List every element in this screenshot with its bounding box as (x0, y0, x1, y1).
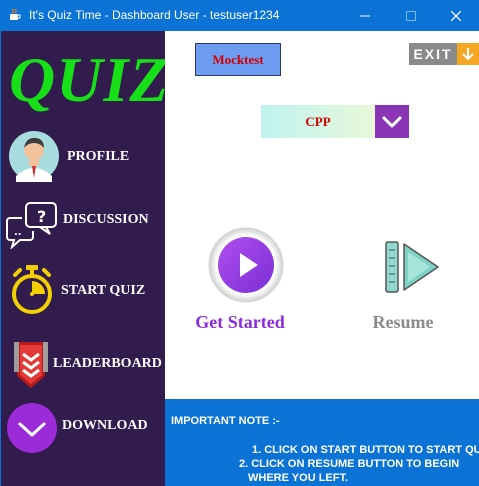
maximize-button[interactable] (388, 0, 434, 31)
sidebar-item-label: PROFILE (67, 149, 130, 164)
sidebar-item-label: START QUIZ (61, 283, 146, 298)
quiz-logo: QUIZ (9, 44, 170, 115)
mocktest-button[interactable]: Mocktest (195, 43, 281, 76)
maximize-icon (406, 10, 416, 21)
java-cup-icon (10, 8, 21, 20)
main-panel: Mocktest EXIT CPP Get Started Resume (165, 31, 479, 399)
resume-label[interactable]: Resume (361, 312, 445, 333)
stopwatch-icon (12, 265, 52, 314)
close-button[interactable] (433, 0, 479, 31)
language-select-value: CPP (261, 105, 375, 138)
sidebar-item-label: DISCUSSION (63, 212, 149, 227)
get-started-label[interactable]: Get Started (185, 312, 295, 333)
svg-text:?: ? (37, 207, 46, 226)
sidebar-item-leaderboard[interactable]: LEADERBOARD (1, 337, 166, 393)
play-button[interactable] (208, 227, 284, 303)
language-select[interactable]: CPP (261, 105, 409, 138)
sidebar: QUIZ PROFILE ? .. DISCUSSION START QUIZ … (0, 31, 170, 486)
close-icon (451, 10, 461, 21)
minimize-icon (360, 15, 370, 16)
chevron-down-icon[interactable] (375, 105, 409, 138)
chat-bubbles-icon: ? .. (6, 202, 57, 249)
exit-label: EXIT (409, 43, 457, 65)
chevron-down-circle-icon (7, 403, 57, 453)
note-line: 2. CLICK ON RESUME BUTTON TO BEGIN (239, 458, 460, 470)
note-line: 1. CLICK ON START BUTTON TO START QUI (252, 444, 479, 456)
user-avatar-icon (9, 131, 59, 182)
sidebar-item-download[interactable]: DOWNLOAD (1, 401, 166, 455)
sidebar-item-discussion[interactable]: ? .. DISCUSSION (1, 201, 166, 251)
note-line: WHERE YOU LEFT. (248, 472, 349, 484)
important-note-panel: IMPORTANT NOTE :- 1. CLICK ON START BUTT… (165, 399, 479, 486)
sidebar-item-start-quiz[interactable]: START QUIZ (1, 262, 166, 318)
sidebar-item-label: DOWNLOAD (62, 418, 148, 433)
arrow-down-icon (457, 43, 479, 65)
minimize-button[interactable] (342, 0, 388, 31)
sidebar-item-label: LEADERBOARD (53, 356, 162, 371)
window-title: It's Quiz Time - Dashboard User - testus… (29, 8, 280, 22)
svg-text:..: .. (14, 227, 22, 238)
rank-badge-icon (14, 342, 48, 388)
sidebar-item-profile[interactable]: PROFILE (1, 128, 166, 184)
resume-icon[interactable] (384, 238, 440, 296)
exit-button[interactable]: EXIT (409, 43, 479, 65)
note-title: IMPORTANT NOTE :- (171, 415, 280, 427)
window-titlebar: It's Quiz Time - Dashboard User - testus… (0, 0, 479, 31)
